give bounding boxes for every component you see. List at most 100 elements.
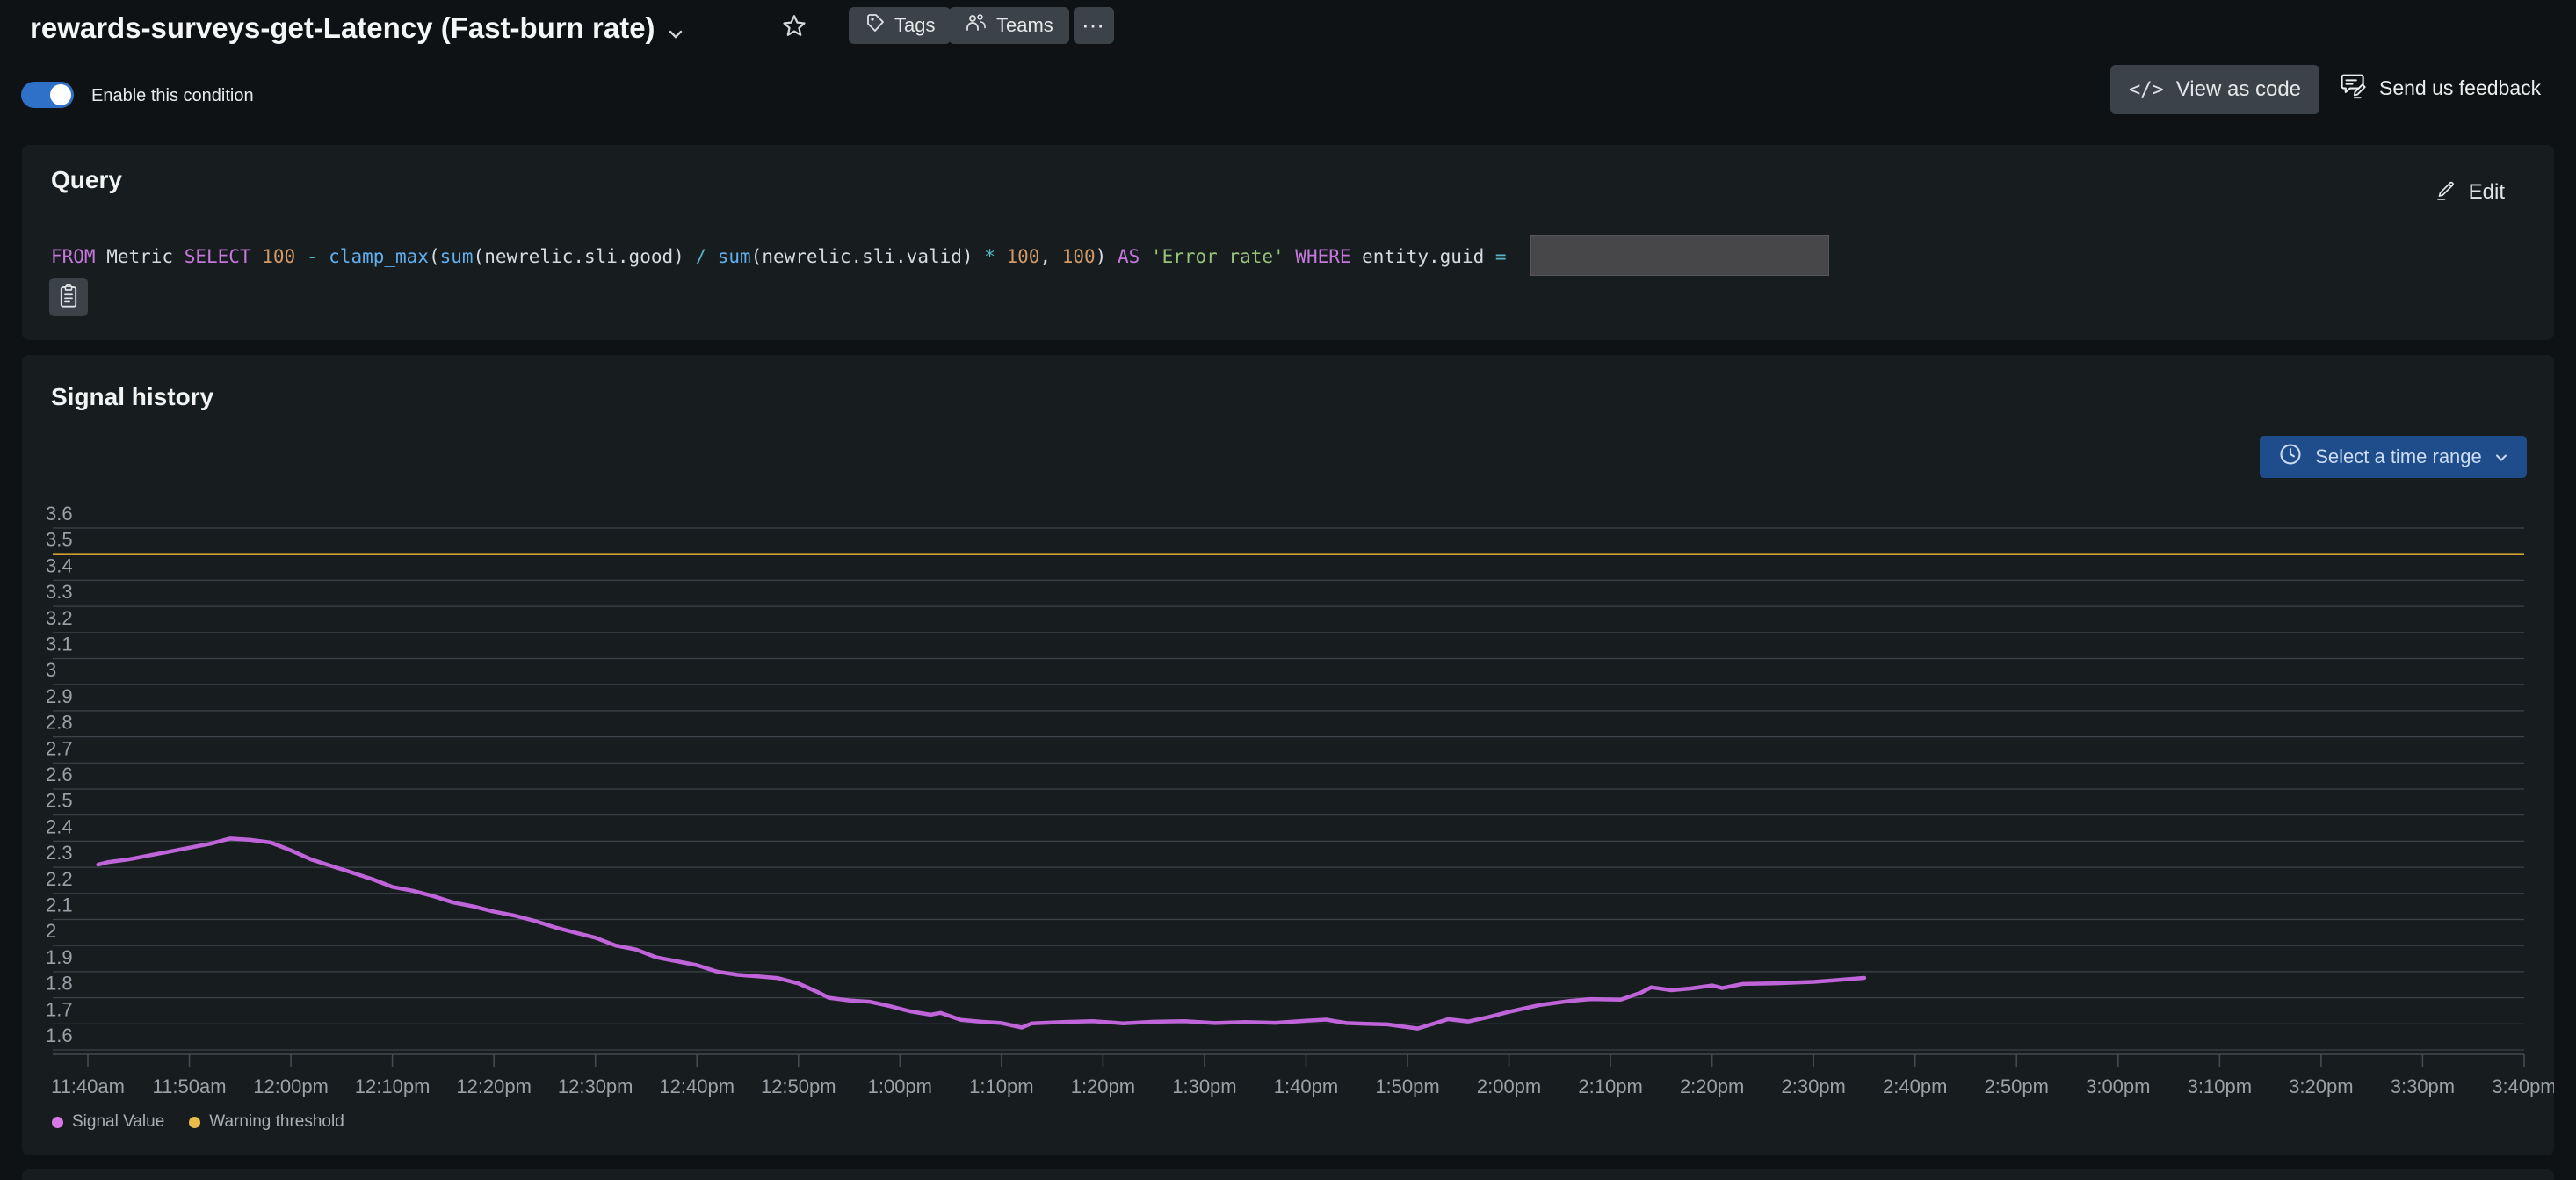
- chevron-down-icon: [668, 14, 684, 47]
- query-token-plain: [295, 246, 307, 267]
- legend-label: Warning threshold: [209, 1112, 344, 1132]
- x-axis-label: 2:00pm: [1477, 1075, 1541, 1097]
- legend-dot: [52, 1117, 63, 1128]
- enable-condition-label: Enable this condition: [91, 86, 254, 106]
- x-axis-label: 2:50pm: [1985, 1075, 2049, 1097]
- send-feedback-label: Send us feedback: [2379, 76, 2541, 100]
- send-feedback-link[interactable]: Send us feedback: [2339, 70, 2541, 105]
- query-token-plain: [706, 246, 718, 267]
- y-axis-label: 1.7: [46, 998, 73, 1020]
- y-axis-label: 1.6: [46, 1024, 73, 1046]
- y-axis-label: 1.8: [46, 973, 73, 995]
- view-as-code-label: View as code: [2176, 77, 2301, 102]
- x-axis-label: 2:20pm: [1680, 1075, 1744, 1097]
- x-axis-label: 2:40pm: [1883, 1075, 1947, 1097]
- page-title-text: rewards-surveys-get-Latency (Fast-burn r…: [30, 11, 655, 45]
- x-axis-label: 12:10pm: [355, 1075, 431, 1097]
- teams-button-label: Teams: [996, 14, 1053, 37]
- query-panel-title: Query: [51, 166, 122, 194]
- query-token-plain: ): [1096, 246, 1118, 267]
- query-token-function: sum: [440, 246, 474, 267]
- view-as-code-button[interactable]: </> View as code: [2110, 65, 2319, 114]
- legend-item[interactable]: Signal Value: [52, 1112, 164, 1132]
- query-token-function: sum: [718, 246, 751, 267]
- enable-condition-toggle[interactable]: [21, 82, 74, 108]
- signal-history-panel: Signal history Select a time range 1.61.…: [22, 355, 2554, 1155]
- y-axis-label: 3.2: [46, 607, 73, 629]
- query-code-line: FROM Metric SELECT 100 - clamp_max(sum(n…: [51, 243, 1507, 270]
- y-axis-label: 3.3: [46, 581, 73, 603]
- query-token-plain: [1140, 246, 1151, 267]
- query-token-plain: [251, 246, 263, 267]
- query-token-keyword: AS: [1118, 246, 1140, 267]
- x-axis-label: 12:20pm: [456, 1075, 532, 1097]
- query-token-function: clamp_max: [329, 246, 429, 267]
- query-token-number: 100: [262, 246, 295, 267]
- x-axis-label: 3:30pm: [2391, 1075, 2455, 1097]
- query-token-plain: (newrelic.sli.valid): [751, 246, 985, 267]
- edit-query-button[interactable]: Edit: [2434, 177, 2505, 207]
- query-token-keyword: FROM: [51, 246, 96, 267]
- x-axis-label: 12:50pm: [761, 1075, 836, 1097]
- x-axis-label: 12:30pm: [558, 1075, 633, 1097]
- tag-icon: [865, 12, 886, 39]
- query-token-plain: (: [429, 246, 440, 267]
- x-axis-label: 11:40am: [51, 1075, 125, 1097]
- teams-button[interactable]: Teams: [949, 7, 1069, 44]
- y-axis-label: 2.5: [46, 790, 73, 812]
- query-token-number: 100: [1007, 246, 1040, 267]
- x-axis-label: 3:10pm: [2188, 1075, 2252, 1097]
- copy-query-button[interactable]: [49, 278, 88, 316]
- query-redacted-value[interactable]: [1530, 235, 1829, 276]
- y-axis-label: 2.8: [46, 712, 73, 734]
- query-token-plain: [995, 246, 1007, 267]
- query-token-number: 100: [1062, 246, 1096, 267]
- query-token-keyword: SELECT: [185, 246, 251, 267]
- y-axis-label: 1.9: [46, 946, 73, 968]
- legend-label: Signal Value: [72, 1112, 164, 1132]
- pencil-icon: [2434, 177, 2457, 207]
- more-options-button[interactable]: ⋯: [1074, 7, 1114, 44]
- y-axis-label: 2.2: [46, 868, 73, 890]
- query-token-plain: [1284, 246, 1296, 267]
- x-axis-label: 1:20pm: [1071, 1075, 1135, 1097]
- toggle-knob: [50, 84, 71, 105]
- legend-dot: [189, 1117, 200, 1128]
- query-token-operator: -: [307, 246, 318, 267]
- y-axis-label: 3: [46, 659, 56, 681]
- x-axis-label: 2:30pm: [1781, 1075, 1845, 1097]
- y-axis-label: 2.3: [46, 842, 73, 864]
- x-axis-label: 12:40pm: [659, 1075, 734, 1097]
- teams-icon: [965, 12, 988, 39]
- page-title[interactable]: rewards-surveys-get-Latency (Fast-burn r…: [30, 9, 684, 47]
- tags-button[interactable]: Tags: [849, 7, 951, 44]
- y-axis-label: 2.7: [46, 737, 73, 759]
- query-token-plain: ,: [1039, 246, 1061, 267]
- y-axis-label: 2.6: [46, 764, 73, 785]
- signal-chart[interactable]: 1.61.71.81.922.12.22.32.42.52.62.72.82.9…: [22, 355, 2554, 1155]
- x-axis-label: 1:40pm: [1274, 1075, 1338, 1097]
- query-token-plain: [318, 246, 329, 267]
- legend-item[interactable]: Warning threshold: [189, 1112, 344, 1132]
- y-axis-label: 2.4: [46, 815, 73, 837]
- y-axis-label: 2.9: [46, 685, 73, 707]
- edit-query-label: Edit: [2469, 180, 2505, 205]
- code-icon: </>: [2129, 79, 2164, 101]
- clipboard-icon: [58, 284, 79, 311]
- star-icon[interactable]: [780, 12, 808, 45]
- query-token-operator: /: [695, 246, 706, 267]
- x-axis-label: 3:40pm: [2492, 1075, 2554, 1097]
- tags-button-label: Tags: [894, 14, 935, 37]
- query-panel: Query Edit FROM Metric SELECT 100 - clam…: [22, 145, 2554, 340]
- x-axis-label: 3:20pm: [2289, 1075, 2353, 1097]
- y-axis-label: 3.4: [46, 554, 73, 576]
- x-axis-label: 1:00pm: [868, 1075, 932, 1097]
- feedback-icon: [2339, 70, 2369, 105]
- query-token-plain: entity.guid: [1351, 246, 1495, 267]
- x-axis-label: 2:10pm: [1578, 1075, 1642, 1097]
- x-axis-label: 1:30pm: [1172, 1075, 1236, 1097]
- next-panel-edge: [22, 1169, 2554, 1180]
- x-axis-label: 12:00pm: [253, 1075, 329, 1097]
- x-axis-label: 1:10pm: [969, 1075, 1033, 1097]
- query-token-keyword: WHERE: [1295, 246, 1350, 267]
